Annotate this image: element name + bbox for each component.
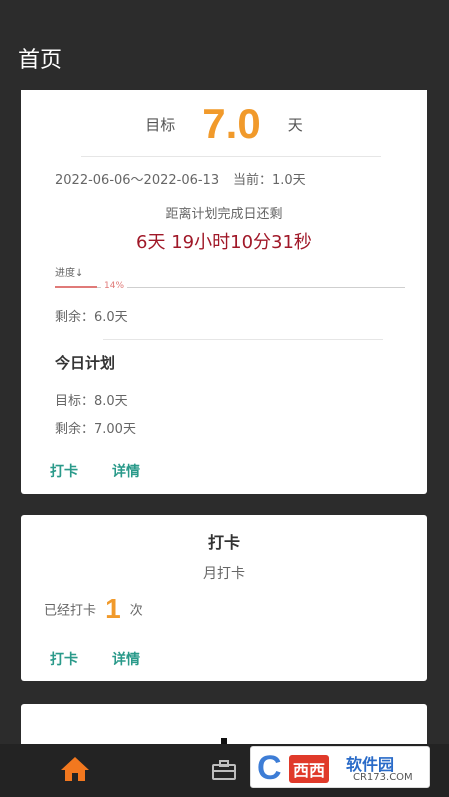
checkin-count-prefix: 已经打卡 <box>44 603 97 619</box>
progress-label: 进度↓ <box>55 268 84 279</box>
divider <box>103 339 383 340</box>
briefcase-icon <box>212 760 236 780</box>
page-title: 首页 <box>18 48 63 73</box>
goal-unit: 天 <box>287 115 303 134</box>
today-plan-title: 今日计划 <box>55 354 116 372</box>
checkin-count-suffix: 次 <box>129 603 143 619</box>
today-remaining: 剩余：7.00天 <box>55 422 136 437</box>
nav-work[interactable] <box>212 760 236 784</box>
plan-card: 目标 7.0 天 2022-06-06～2022-06-13 当前：1.0天 距… <box>21 90 427 494</box>
app-header: 首页 <box>0 0 449 90</box>
checkin-subtitle: 月打卡 <box>203 566 245 582</box>
nav-home[interactable] <box>60 756 90 786</box>
divider <box>81 156 381 157</box>
checkin-link[interactable]: 打卡 <box>50 649 78 669</box>
today-goal: 目标：8.0天 <box>55 394 128 409</box>
current-progress: 当前：1.0天 <box>233 173 306 188</box>
goal-value: 7.0 <box>202 100 261 147</box>
countdown-label: 距离计划完成日还剩 <box>165 207 283 222</box>
watermark-mid: 西西 <box>289 755 330 783</box>
remaining-days: 剩余：6.0天 <box>55 310 128 325</box>
checkin-link[interactable]: 打卡 <box>50 461 78 481</box>
details-link[interactable]: 详情 <box>112 461 140 481</box>
checkin-card: 打卡 月打卡 已经打卡 1 次 打卡 详情 <box>21 515 427 681</box>
watermark-logo: C 西西 软件园 CR173.COM <box>250 746 430 788</box>
checkin-count: 已经打卡 1 次 <box>44 593 143 629</box>
checkin-count-value: 1 <box>105 593 121 624</box>
countdown-value: 6天 19小时10分31秒 <box>136 232 312 253</box>
goal-label: 目标 <box>145 115 176 134</box>
progress-fill <box>55 286 97 288</box>
checkin-title: 打卡 <box>207 533 240 552</box>
details-link[interactable]: 详情 <box>112 649 140 669</box>
date-range: 2022-06-06～2022-06-13 <box>55 173 220 188</box>
progress-percent: 14% <box>101 281 128 291</box>
watermark-letter: C <box>257 749 282 787</box>
watermark-site: CR173.COM <box>353 772 413 783</box>
home-icon <box>61 757 89 781</box>
goal-row: 目标 7.0 天 <box>21 100 427 160</box>
